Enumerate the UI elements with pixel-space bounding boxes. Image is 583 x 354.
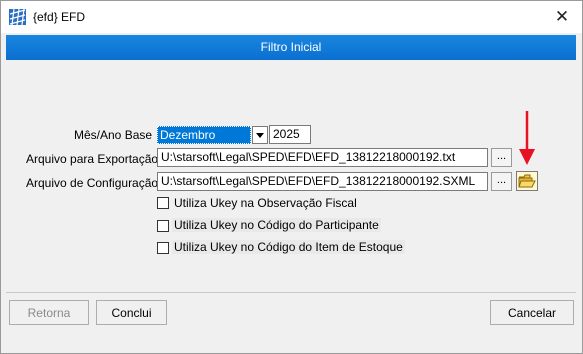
config-browse-button[interactable]: ... <box>491 172 512 191</box>
title-bar[interactable]: {efd} EFD ✕ <box>1 1 582 33</box>
ukey-item-estoque-checkbox[interactable] <box>157 242 169 254</box>
year-input[interactable]: 2025 <box>269 125 311 144</box>
export-file-label: Arquivo para Exportação <box>26 152 159 166</box>
folder-open-icon <box>518 174 536 188</box>
window-title: {efd} EFD <box>33 10 86 24</box>
filter-header: Filtro Inicial <box>6 35 576 60</box>
ukey-participante-checkbox[interactable] <box>157 220 169 232</box>
ukey-obs-fiscal-checkbox[interactable] <box>157 197 169 209</box>
efd-window: {efd} EFD ✕ Filtro Inicial Mês/Ano Base … <box>0 0 583 354</box>
finish-button[interactable]: Conclui <box>96 300 167 325</box>
ukey-participante-label[interactable]: Utiliza Ukey no Código do Participante <box>172 218 381 232</box>
close-icon: ✕ <box>554 7 570 26</box>
month-year-label: Mês/Ano Base <box>74 128 153 142</box>
config-file-input[interactable]: U:\starsoft\Legal\SPED\EFD\EFD_138122180… <box>157 172 488 191</box>
ukey-item-estoque-label[interactable]: Utiliza Ukey no Código do Item de Estoqu… <box>172 240 405 254</box>
export-browse-button[interactable]: ... <box>491 148 512 167</box>
month-dropdown-arrow-icon[interactable] <box>252 126 268 144</box>
close-button[interactable]: ✕ <box>547 5 577 29</box>
export-file-input[interactable]: U:\starsoft\Legal\SPED\EFD\EFD_138122180… <box>157 148 488 167</box>
app-icon <box>9 9 26 25</box>
ukey-obs-fiscal-label[interactable]: Utiliza Ukey na Observação Fiscal <box>174 196 357 210</box>
filter-title: Filtro Inicial <box>260 40 322 54</box>
footer-divider <box>6 292 576 293</box>
back-button[interactable]: Retorna <box>9 300 89 325</box>
cancel-button[interactable]: Cancelar <box>490 300 574 325</box>
config-file-label: Arquivo de Configuração <box>26 176 159 190</box>
red-arrow-annotation-icon <box>519 111 535 165</box>
month-select[interactable]: Dezembro <box>157 126 251 144</box>
open-folder-button[interactable] <box>516 171 538 191</box>
